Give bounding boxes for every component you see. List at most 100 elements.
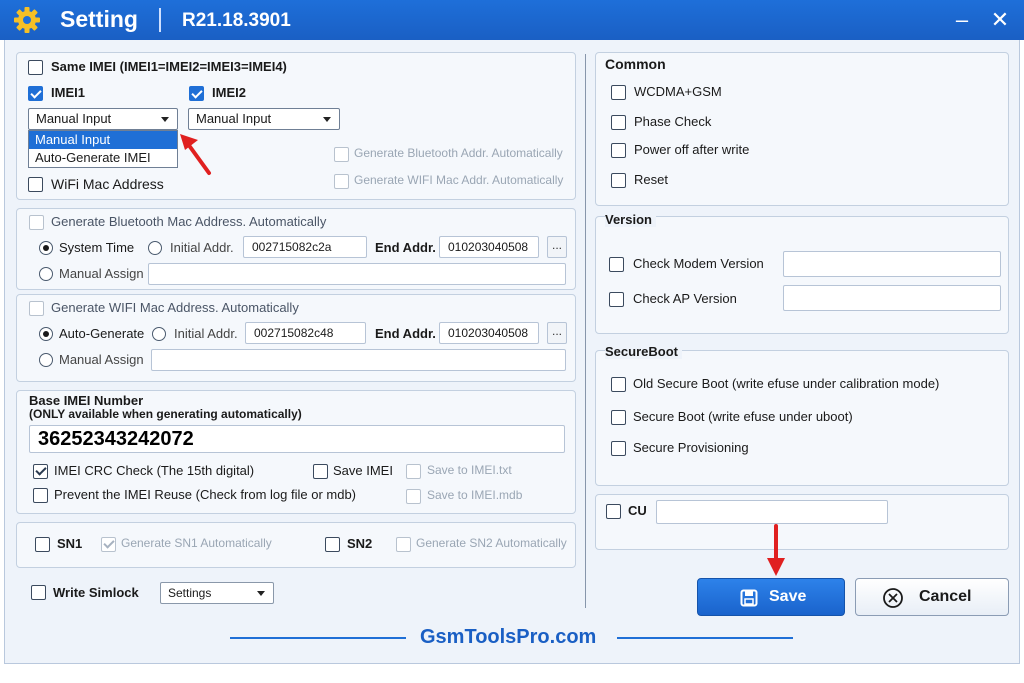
imei2-mode-dropdown[interactable]: Manual Input xyxy=(188,108,340,130)
gen-sn2-label: Generate SN2 Automatically xyxy=(416,536,567,550)
secure-boot-checkbox[interactable] xyxy=(611,410,626,425)
wifi-end-addr-field[interactable]: 010203040508 xyxy=(439,322,539,344)
gen-bt-mac-label: Generate Bluetooth Mac Address. Automati… xyxy=(51,214,327,229)
close-button[interactable]: ✕ xyxy=(986,6,1014,34)
wifi-browse-button[interactable]: ... xyxy=(547,322,567,344)
version-label: R21.18.3901 xyxy=(182,10,291,31)
write-simlock-checkbox[interactable] xyxy=(31,585,46,600)
gen-bt-addr-label: Generate Bluetooth Addr. Automatically xyxy=(354,146,563,160)
imei1-checkbox[interactable] xyxy=(28,86,43,101)
gen-wifi-addr-checkbox[interactable] xyxy=(334,174,349,189)
bt-initial-addr-radio[interactable] xyxy=(148,241,162,255)
wifi-manual-field[interactable] xyxy=(151,349,566,371)
ap-version-field[interactable] xyxy=(783,285,1001,311)
title-bar: Setting R21.18.3901 – ✕ xyxy=(0,0,1024,40)
power-off-checkbox[interactable] xyxy=(611,143,626,158)
same-imei-checkbox[interactable] xyxy=(28,60,43,75)
gen-wifi-mac-checkbox[interactable] xyxy=(29,301,44,316)
sn2-label: SN2 xyxy=(347,536,373,551)
cancel-button-label: Cancel xyxy=(919,588,972,605)
bt-system-time-label: System Time xyxy=(59,240,135,255)
write-simlock-label: Write Simlock xyxy=(53,585,139,600)
gen-sn2-checkbox[interactable] xyxy=(396,537,411,552)
gen-bt-addr-checkbox[interactable] xyxy=(334,147,349,162)
dropdown-option-manual[interactable]: Manual Input xyxy=(29,131,177,149)
save-button[interactable]: Save xyxy=(697,578,845,616)
bt-end-addr-field[interactable]: 010203040508 xyxy=(439,236,539,258)
dropdown-option-auto[interactable]: Auto-Generate IMEI xyxy=(29,149,177,167)
wifi-mac-checkbox[interactable] xyxy=(28,177,43,192)
secure-boot-label: Secure Boot (write efuse under uboot) xyxy=(633,409,853,424)
footer-line-left xyxy=(230,637,406,639)
sn2-checkbox[interactable] xyxy=(325,537,340,552)
gen-wifi-mac-label: Generate WIFI Mac Address. Automatically xyxy=(51,300,299,315)
old-secure-boot-checkbox[interactable] xyxy=(611,377,626,392)
wifi-end-addr-label: End Addr. xyxy=(375,326,436,341)
bt-manual-radio[interactable] xyxy=(39,267,53,281)
cancel-icon xyxy=(883,588,903,608)
annotation-arrow-icon xyxy=(180,134,211,175)
chevron-down-icon xyxy=(323,117,331,122)
common-title: Common xyxy=(605,56,666,72)
gen-bt-mac-checkbox[interactable] xyxy=(29,215,44,230)
same-imei-label: Same IMEI (IMEI1=IMEI2=IMEI3=IMEI4) xyxy=(51,59,287,74)
wifi-start-addr-field[interactable]: 002715082c48 xyxy=(245,322,366,344)
cu-checkbox[interactable] xyxy=(606,504,621,519)
bt-manual-field[interactable] xyxy=(148,263,566,285)
bt-browse-button[interactable]: ... xyxy=(547,236,567,258)
bt-start-addr-field[interactable]: 002715082c2a xyxy=(243,236,367,258)
gen-wifi-addr-label: Generate WIFI Mac Addr. Automatically xyxy=(354,173,564,187)
check-ap-label: Check AP Version xyxy=(633,291,737,306)
base-imei-input[interactable]: 36252343242072 xyxy=(29,425,565,453)
phase-check-checkbox[interactable] xyxy=(611,115,626,130)
bt-system-time-radio[interactable] xyxy=(39,241,53,255)
version-title: Version xyxy=(605,212,656,227)
save-button-label: Save xyxy=(769,588,807,605)
chevron-down-icon xyxy=(257,591,265,596)
wifi-mac-label: WiFi Mac Address xyxy=(51,176,164,192)
power-off-label: Power off after write xyxy=(634,142,750,157)
save-imei-label: Save IMEI xyxy=(333,463,393,478)
sn1-checkbox[interactable] xyxy=(35,537,50,552)
secure-provisioning-checkbox[interactable] xyxy=(611,441,626,456)
minimize-button[interactable]: – xyxy=(948,6,976,34)
secureboot-title: SecureBoot xyxy=(605,344,682,359)
check-modem-checkbox[interactable] xyxy=(609,257,624,272)
footer-line-right xyxy=(617,637,793,639)
bt-manual-label: Manual Assign xyxy=(59,266,144,281)
save-imei-mdb-label: Save to IMEI.mdb xyxy=(427,488,523,502)
save-imei-txt-checkbox[interactable] xyxy=(406,464,421,479)
imei1-mode-value: Manual Input xyxy=(36,111,112,126)
secure-provisioning-label: Secure Provisioning xyxy=(633,440,749,455)
simlock-settings-dropdown[interactable]: Settings xyxy=(160,582,274,604)
imei2-label: IMEI2 xyxy=(212,85,246,100)
save-imei-checkbox[interactable] xyxy=(313,464,328,479)
wifi-initial-addr-radio[interactable] xyxy=(152,327,166,341)
wifi-manual-radio[interactable] xyxy=(39,353,53,367)
imei-crc-checkbox[interactable] xyxy=(33,464,48,479)
save-imei-mdb-checkbox[interactable] xyxy=(406,489,421,504)
imei1-label: IMEI1 xyxy=(51,85,85,100)
footer-brand: GsmToolsPro.com xyxy=(420,626,597,648)
imei2-checkbox[interactable] xyxy=(189,86,204,101)
old-secure-boot-label: Old Secure Boot (write efuse under calib… xyxy=(633,376,940,391)
wifi-auto-generate-radio[interactable] xyxy=(39,327,53,341)
wifi-auto-generate-label: Auto-Generate xyxy=(59,326,145,341)
imei2-mode-value: Manual Input xyxy=(196,111,272,126)
reset-checkbox[interactable] xyxy=(611,173,626,188)
wcdma-gsm-checkbox[interactable] xyxy=(611,85,626,100)
gear-icon xyxy=(14,7,40,33)
cu-field[interactable] xyxy=(656,500,888,524)
wifi-manual-label: Manual Assign xyxy=(59,352,144,367)
imei1-mode-dropdown[interactable]: Manual Input xyxy=(28,108,178,130)
wifi-initial-addr-label: Initial Addr. xyxy=(174,326,238,341)
cancel-button[interactable]: Cancel xyxy=(855,578,1009,616)
base-imei-title: Base IMEI Number xyxy=(29,393,144,408)
gen-sn1-checkbox[interactable] xyxy=(101,537,116,552)
prevent-reuse-checkbox[interactable] xyxy=(33,488,48,503)
bt-initial-addr-label: Initial Addr. xyxy=(170,240,234,255)
modem-version-field[interactable] xyxy=(783,251,1001,277)
check-ap-checkbox[interactable] xyxy=(609,292,624,307)
save-icon xyxy=(740,589,758,607)
prevent-reuse-label: Prevent the IMEI Reuse (Check from log f… xyxy=(54,487,357,502)
